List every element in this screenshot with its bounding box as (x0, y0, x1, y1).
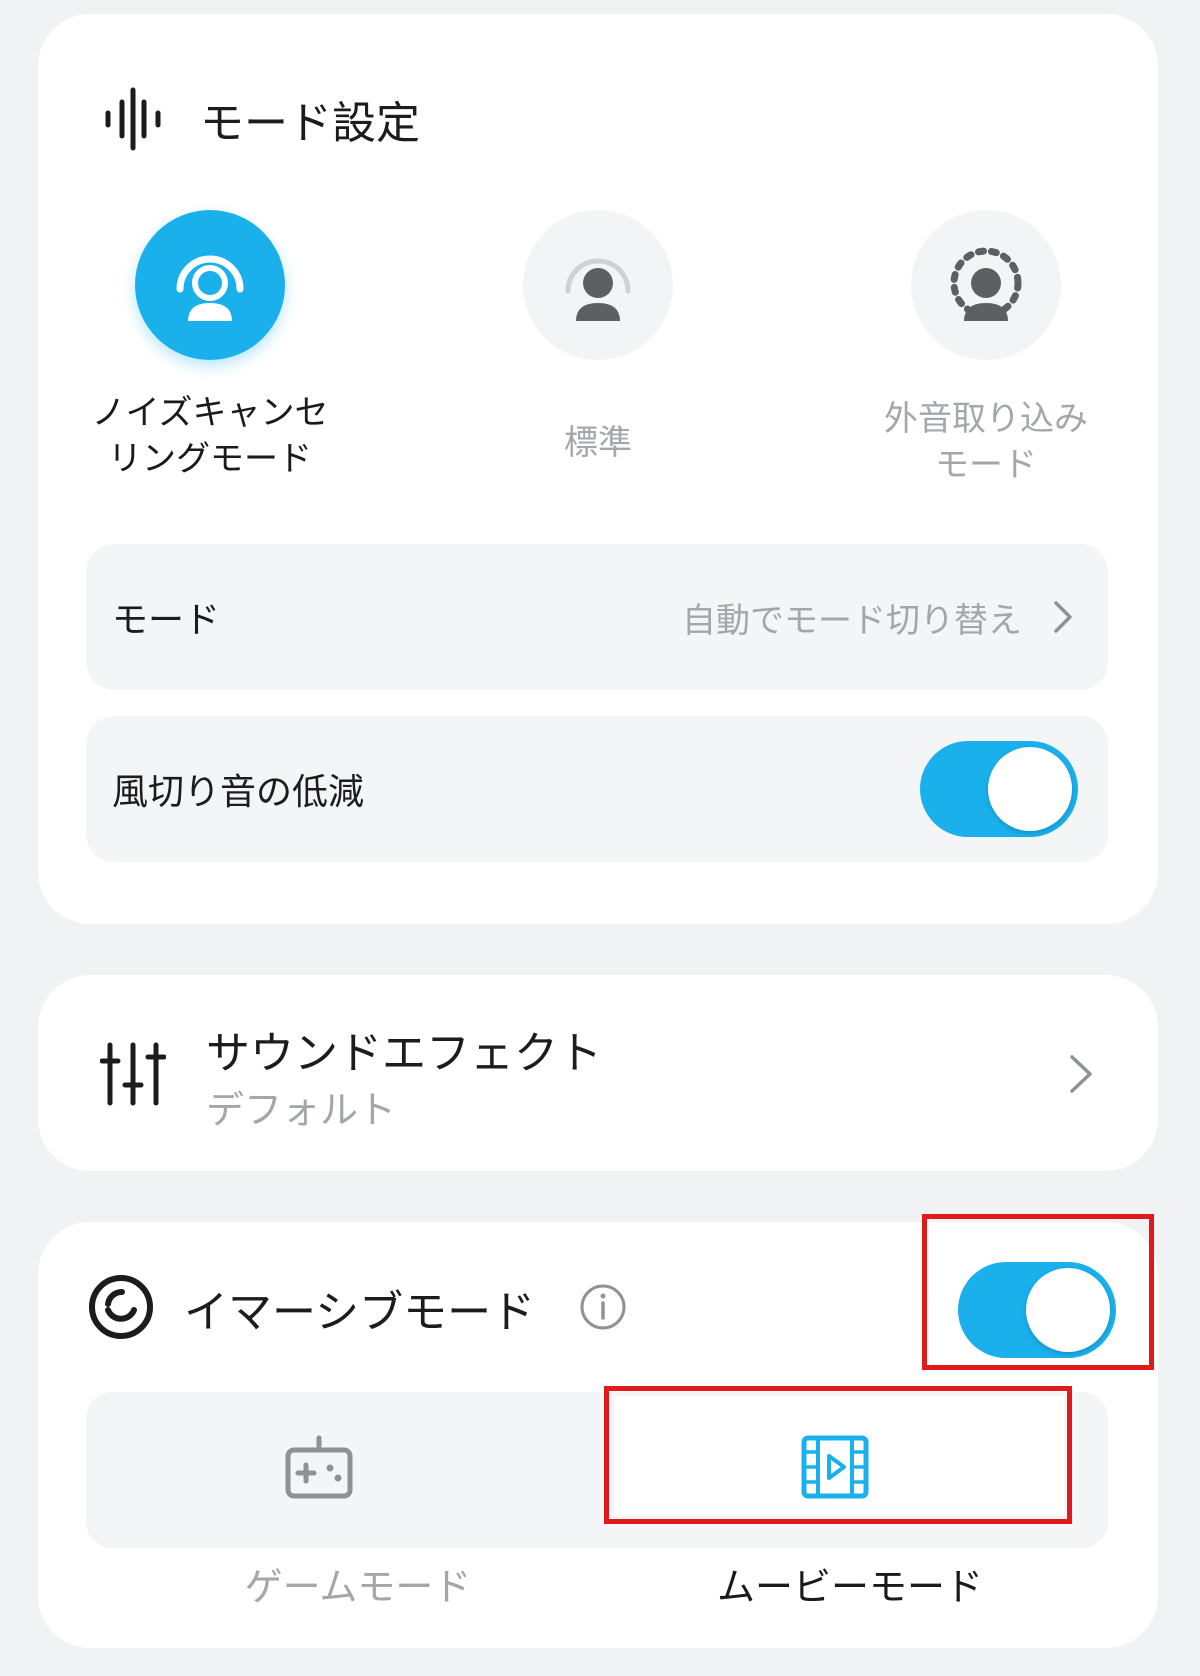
mode-option-ambient[interactable]: 外音取り込み モード (826, 210, 1146, 488)
toggle-knob (988, 747, 1072, 831)
immersive-ring-icon (89, 1275, 153, 1339)
mode-options: ノイズキャンセ リングモード 標準 外音取り込み モード (38, 210, 1158, 500)
sound-effect-subtitle: デフォルト (206, 1088, 397, 1132)
noise-cancel-button[interactable] (135, 210, 285, 360)
chevron-right-icon (1054, 601, 1072, 633)
wind-noise-reduction-row: 風切り音の低減 (86, 716, 1108, 862)
standard-mode-label: 標準 (564, 423, 632, 463)
noise-cancel-label-line2: リングモード (108, 439, 312, 479)
game-mode-label: ゲームモード (244, 1565, 472, 1609)
ambient-sound-button[interactable] (911, 210, 1061, 360)
mode-row-value: 自動でモード切り替え (682, 600, 1022, 641)
gamepad-icon[interactable] (282, 1430, 356, 1504)
highlight-box-movie-mode (604, 1386, 1072, 1524)
ambient-label-line1: 外音取り込み (884, 399, 1088, 439)
noise-cancel-label-line1: ノイズキャンセ (91, 393, 329, 433)
standard-mode-icon (565, 258, 631, 321)
sound-effect-title: サウンドエフェクト (206, 1028, 602, 1079)
highlight-box-toggle (922, 1214, 1154, 1370)
mode-settings-title: モード設定 (200, 98, 420, 149)
waveform-icon (105, 87, 161, 151)
immersive-mode-title: イマーシブモード (184, 1287, 536, 1338)
mode-settings-header: モード設定 (100, 86, 420, 152)
wind-noise-label: 風切り音の低減 (112, 772, 365, 813)
sound-effect-card[interactable]: サウンドエフェクト デフォルト (38, 975, 1158, 1171)
immersive-mode-card: イマーシブモード ゲームモード ムービーモード (38, 1214, 1158, 1648)
standard-mode-button[interactable] (523, 210, 673, 360)
info-icon[interactable] (578, 1282, 628, 1332)
ambient-sound-icon (950, 247, 1022, 321)
mode-option-noise-cancel[interactable]: ノイズキャンセ リングモード (50, 210, 370, 482)
wind-noise-toggle[interactable] (920, 741, 1078, 837)
mode-option-standard[interactable]: 標準 (438, 210, 758, 466)
noise-cancel-icon (176, 255, 244, 321)
ambient-label-line2: モード (935, 445, 1037, 485)
noise-cancel-label: ノイズキャンセ リングモード (50, 390, 370, 482)
movie-mode-label: ムービーモード (716, 1565, 983, 1609)
mode-auto-switch-row[interactable]: モード 自動でモード切り替え (86, 544, 1108, 690)
chevron-right-icon (1070, 1055, 1092, 1093)
equalizer-sliders-icon (100, 1042, 166, 1106)
mode-row-label: モード (112, 600, 221, 641)
mode-settings-card: モード設定 ノイズキャンセ リングモード 標準 外音取り込み モード モード 自… (38, 14, 1158, 924)
ambient-sound-label: 外音取り込み モード (826, 396, 1146, 488)
